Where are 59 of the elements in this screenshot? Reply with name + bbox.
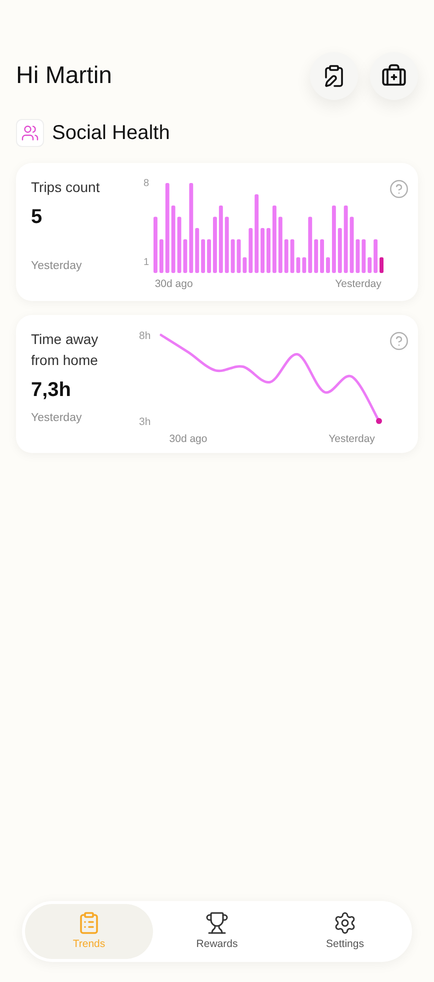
- metric-period: Yesterday: [31, 410, 83, 426]
- bar: [338, 228, 342, 273]
- trophy-icon: [205, 910, 229, 935]
- y-tick-label: 8h: [139, 330, 151, 342]
- bar: [154, 216, 158, 273]
- bar: [236, 239, 241, 273]
- metric-value: 5: [31, 205, 44, 230]
- y-tick-label: 1: [143, 256, 149, 268]
- bar: [248, 228, 253, 273]
- bar: [356, 239, 360, 273]
- bar: [302, 257, 306, 273]
- bar: [201, 239, 206, 273]
- bar: [368, 257, 372, 273]
- bar: [314, 239, 318, 273]
- greeting: Hi Martin: [16, 61, 112, 91]
- clipboard-icon: [77, 910, 101, 935]
- bar: [230, 239, 235, 273]
- bar: [380, 257, 384, 273]
- clipboard-pen-icon: [322, 64, 346, 88]
- bar: [212, 216, 217, 273]
- bar: [296, 257, 300, 273]
- metric-title: Trips count: [31, 178, 101, 197]
- bar: [290, 239, 294, 273]
- bar: [326, 257, 330, 273]
- bar: [278, 216, 282, 273]
- bar: [218, 206, 223, 273]
- bar: [260, 228, 265, 273]
- settings-icon: [333, 910, 357, 935]
- x-tick-label: 30d ago: [169, 433, 208, 445]
- bar: [308, 216, 312, 273]
- bar: [362, 239, 366, 273]
- bar: [272, 206, 276, 273]
- bar: [177, 216, 182, 273]
- bar: [332, 206, 336, 273]
- people-icon: [21, 124, 39, 142]
- x-tick-label: Yesterday: [335, 278, 382, 290]
- x-tick-label: 30d ago: [154, 278, 193, 290]
- bar: [195, 228, 200, 273]
- bar: [266, 228, 270, 273]
- bar: [350, 216, 354, 273]
- bar: [183, 239, 188, 273]
- bar: [207, 239, 211, 273]
- metric-period: Yesterday: [31, 258, 83, 274]
- y-tick-label: 3h: [139, 416, 151, 428]
- y-tick-label: 8: [143, 178, 149, 189]
- metric-title: Time away from home: [31, 330, 100, 370]
- metric-value: 7,3h: [31, 378, 72, 403]
- bar: [344, 206, 348, 273]
- bar: [320, 239, 324, 273]
- bar: [224, 216, 229, 273]
- x-tick-label: Yesterday: [328, 433, 375, 445]
- section-title: Social Health: [52, 121, 170, 146]
- bar: [284, 239, 288, 273]
- bar: [171, 206, 176, 273]
- bar: [159, 239, 164, 273]
- nav-tab[interactable]: Settings: [281, 904, 409, 959]
- bar: [242, 257, 247, 273]
- nav-tab[interactable]: Rewards: [153, 904, 281, 959]
- bar: [374, 239, 378, 273]
